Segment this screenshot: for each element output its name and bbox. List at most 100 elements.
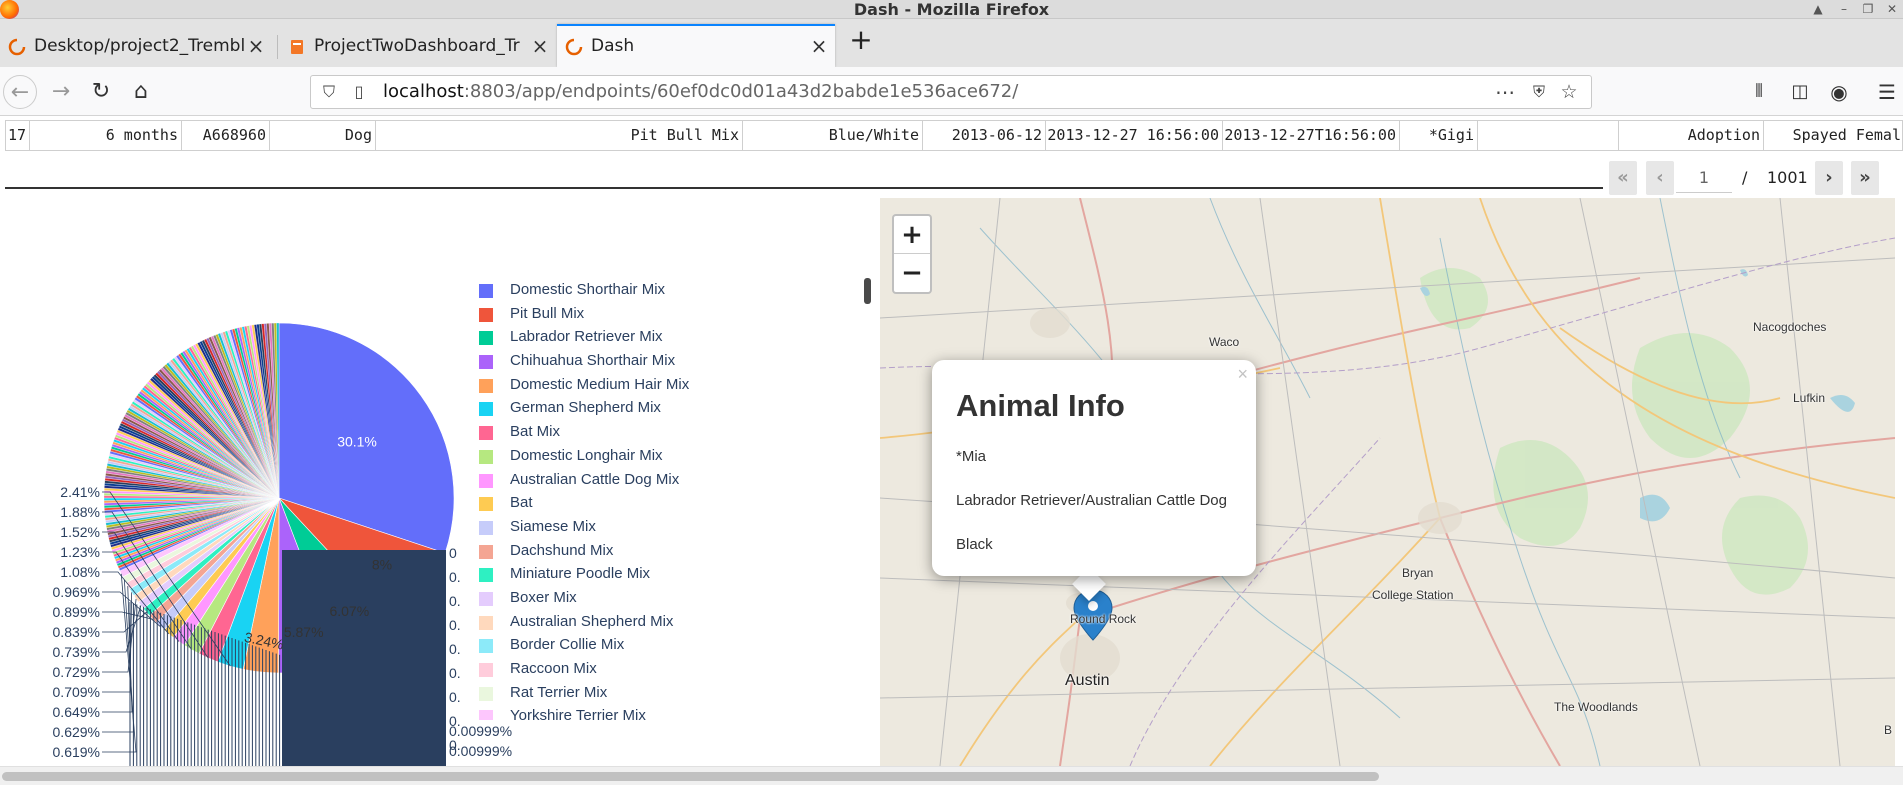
bookmark-star-icon[interactable]: ☆	[1559, 82, 1579, 102]
legend-item[interactable]: Domestic Longhair Mix	[475, 444, 855, 468]
window-up-icon[interactable]: ▲	[1808, 1, 1828, 18]
popup-animal-name: *Mia	[956, 448, 987, 465]
more-actions-icon[interactable]: ⋯	[1495, 82, 1515, 102]
horizontal-scrollbar[interactable]	[0, 766, 1903, 785]
prev-page-button[interactable]: ‹	[1646, 161, 1674, 195]
pie-outside-label: 0.	[449, 641, 461, 657]
map-label-college-station: College Station	[1372, 588, 1454, 602]
legend-item[interactable]: German Shepherd Mix	[475, 396, 855, 420]
menu-icon[interactable]: ☰	[1870, 75, 1903, 109]
pie-slice-label: 5.87%	[284, 624, 324, 640]
table-cell[interactable]: Adoption	[1619, 121, 1764, 150]
sidebar-icon[interactable]: ◫	[1783, 75, 1817, 109]
account-icon[interactable]: ◉	[1822, 75, 1856, 109]
close-tab-icon[interactable]: ×	[809, 26, 829, 67]
popup-animal-color: Black	[956, 536, 993, 553]
map-label-lufkin: Lufkin	[1793, 391, 1826, 405]
back-button[interactable]: ←	[3, 75, 37, 109]
pie-outside-label: 0.00999%	[449, 723, 512, 739]
next-page-button[interactable]: ›	[1815, 161, 1843, 195]
zoom-out-button[interactable]: −	[894, 254, 930, 292]
home-button[interactable]: ⌂	[124, 75, 158, 109]
legend-label: German Shepherd Mix	[510, 399, 661, 417]
new-tab-button[interactable]: +	[846, 26, 876, 56]
tab-dash[interactable]: Dash ×	[557, 24, 835, 67]
table-cell[interactable]: 6 months	[30, 121, 182, 150]
pie-slice-label: 6.07%	[329, 603, 369, 619]
pie-outside-label: 0.	[449, 569, 461, 585]
legend-item[interactable]: Domestic Medium Hair Mix	[475, 373, 855, 397]
table-cell[interactable]: 2013-12-27 16:56:00	[1046, 121, 1223, 150]
tab-notebook[interactable]: ProjectTwoDashboard_Tr ×	[280, 26, 556, 67]
loading-spinner-icon	[8, 38, 26, 56]
table-cell[interactable]: *Gigi	[1400, 121, 1478, 150]
close-window-button[interactable]: ✕	[1882, 1, 1902, 18]
legend-item[interactable]: Raccoon Mix	[475, 657, 855, 681]
pie-outside-label: 0.	[449, 617, 461, 633]
table-cell[interactable]	[1478, 121, 1619, 150]
url-bar[interactable]: ⛉ ▯ localhost:8803/app/endpoints/60ef0dc…	[310, 75, 1592, 109]
reload-button[interactable]: ↻	[84, 75, 118, 109]
table-cell[interactable]: Pit Bull Mix	[376, 121, 743, 150]
popup-close-icon[interactable]: ×	[1237, 364, 1248, 385]
legend-item[interactable]: Miniature Poodle Mix	[475, 562, 855, 586]
tab-jupyter-desktop[interactable]: Desktop/project2_Trembl ×	[0, 26, 272, 67]
legend-item[interactable]: Domestic Shorthair Mix	[475, 278, 855, 302]
maximize-button[interactable]: ❐	[1858, 1, 1878, 18]
legend-item[interactable]: Pit Bull Mix	[475, 302, 855, 326]
pie-outside-label: 0.899%	[53, 604, 100, 620]
scrollbar-thumb[interactable]	[2, 772, 1379, 781]
page-total: 1001	[1767, 168, 1808, 187]
table-row[interactable]: 17 6 months A668960 Dog Pit Bull Mix Blu…	[5, 120, 1903, 151]
minimize-button[interactable]: –	[1834, 1, 1854, 18]
legend-item[interactable]: Dachshund Mix	[475, 539, 855, 563]
library-icon[interactable]: ⫴	[1742, 75, 1776, 109]
map-panel[interactable]: Waco Nacogdoches Lufkin Round Rock Austi…	[880, 198, 1895, 766]
legend-label: Domestic Shorthair Mix	[510, 281, 666, 298]
legend-swatch	[479, 686, 493, 701]
map-label-the-woodlands: The Woodlands	[1554, 700, 1638, 714]
notebook-icon	[291, 40, 303, 54]
url-text[interactable]: localhost:8803/app/endpoints/60ef0dc0d01…	[383, 76, 1018, 108]
pie-outside-label: 0.00999%	[449, 743, 512, 759]
legend-item[interactable]: Bat	[475, 491, 855, 515]
page-info-icon[interactable]: ▯	[349, 82, 369, 102]
legend-label: Australian Cattle Dog Mix	[510, 470, 680, 488]
legend-item[interactable]: Rat Terrier Mix	[475, 681, 855, 705]
close-tab-icon[interactable]: ×	[246, 26, 266, 67]
pie-outside-label: 1.23%	[60, 544, 100, 560]
legend-item[interactable]: Australian Cattle Dog Mix	[475, 468, 855, 492]
table-cell[interactable]: Blue/White	[743, 121, 923, 150]
pocket-icon[interactable]: ⛨	[1529, 82, 1549, 102]
legend-item[interactable]: Chihuahua Shorthair Mix	[475, 349, 855, 373]
legend-label: Bat Mix	[510, 423, 561, 441]
legend-item[interactable]: Boxer Mix	[475, 586, 855, 610]
table-cell[interactable]: 17	[6, 121, 30, 150]
last-page-button[interactable]: »	[1851, 161, 1879, 195]
legend-swatch	[479, 426, 493, 441]
table-cell[interactable]: 2013-06-12	[923, 121, 1046, 150]
legend-item[interactable]: Border Collie Mix	[475, 633, 855, 657]
legend-item[interactable]: Bat Mix	[475, 420, 855, 444]
legend-item[interactable]: Siamese Mix	[475, 515, 855, 539]
chart-legend[interactable]: Domestic Shorthair Mix Pit Bull Mix Labrad…	[475, 278, 855, 720]
table-cell[interactable]: A668960	[182, 121, 270, 150]
legend-item[interactable]: Yorkshire Terrier Mix	[475, 704, 855, 720]
table-cell[interactable]: Dog	[270, 121, 376, 150]
table-cell[interactable]: 2013-12-27T16:56:00	[1223, 121, 1400, 150]
legend-scrollbar[interactable]	[864, 278, 871, 304]
legend-item[interactable]: Labrador Retriever Mix	[475, 325, 855, 349]
legend-label: Labrador Retriever Mix	[510, 328, 663, 346]
forward-button[interactable]: →	[44, 75, 78, 109]
table-bottom-rule	[5, 187, 1603, 189]
first-page-button[interactable]: «	[1609, 161, 1637, 195]
shield-icon[interactable]: ⛉	[319, 82, 339, 102]
legend-item[interactable]: Australian Shepherd Mix	[475, 610, 855, 634]
table-cell[interactable]: Spayed Femal	[1764, 121, 1903, 150]
legend-label: Raccoon Mix	[510, 660, 597, 677]
pie-outside-label: 1.88%	[60, 504, 100, 520]
close-tab-icon[interactable]: ×	[530, 26, 550, 67]
page-number-input[interactable]	[1676, 163, 1732, 193]
legend-swatch	[479, 402, 493, 417]
zoom-in-button[interactable]: +	[894, 216, 930, 254]
